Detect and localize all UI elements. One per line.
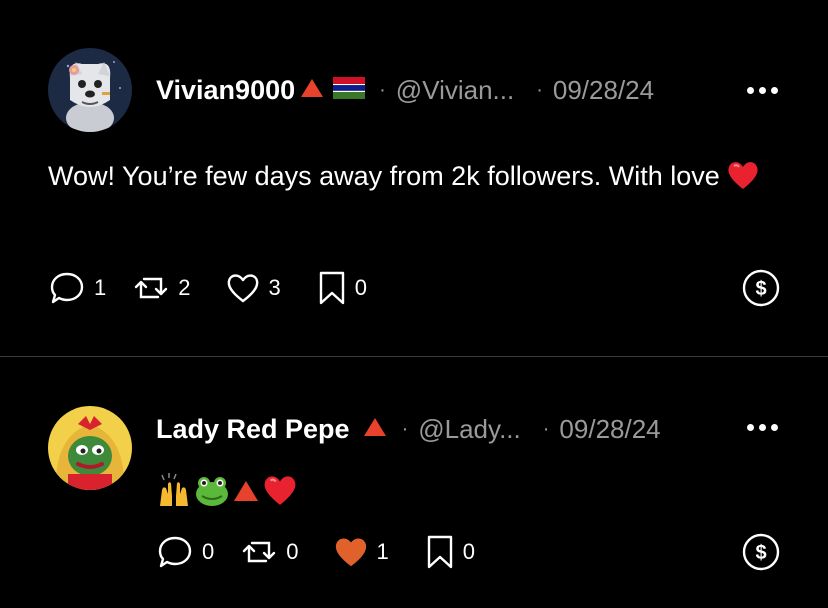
- svg-text:$: $: [755, 542, 766, 564]
- raised-hands-emoji-icon: [160, 473, 188, 506]
- tip-button[interactable]: $: [742, 533, 780, 571]
- repost-icon: [135, 277, 168, 299]
- dollar-circle-icon: $: [742, 269, 780, 307]
- avatar[interactable]: [48, 406, 132, 490]
- post-actions: 0 0 1 0: [156, 532, 511, 572]
- post-header: Lady Red Pepe · @Lady... · 09/28/24: [156, 411, 661, 447]
- red-triangle-badge-icon: [362, 414, 388, 445]
- post-date: 09/28/24: [552, 74, 655, 105]
- reply-icon: [50, 272, 84, 304]
- like-button[interactable]: 3: [225, 271, 281, 305]
- like-count: 1: [376, 539, 389, 564]
- post-text-content: Wow! You’re few days away from 2k follow…: [48, 161, 720, 191]
- bookmark-icon: [319, 271, 344, 305]
- dollar-circle-icon: $: [742, 533, 780, 571]
- repost-count: 2: [178, 275, 191, 300]
- gambia-flag-icon: [333, 75, 366, 106]
- avatar[interactable]: [48, 48, 132, 132]
- tip-button[interactable]: $: [742, 269, 780, 307]
- reply-icon: [158, 536, 192, 568]
- bookmark-button[interactable]: 0: [317, 269, 367, 307]
- heart-icon: [227, 274, 258, 303]
- separator-dot: ·: [536, 78, 543, 101]
- repost-icon: [243, 541, 276, 563]
- post-header: Vivian9000 · @Vivian... · 09/28/24: [156, 72, 654, 108]
- post-divider: [0, 356, 828, 357]
- repost-count: 0: [286, 539, 299, 564]
- reply-button[interactable]: 1: [48, 269, 106, 307]
- reply-count: 0: [202, 539, 215, 564]
- more-options-icon[interactable]: [747, 409, 778, 445]
- post-actions: 1 2 3 0: [48, 268, 403, 308]
- bookmark-button[interactable]: 0: [425, 533, 475, 571]
- red-heart-emoji-icon: [264, 476, 296, 505]
- post-date: 09/28/24: [559, 413, 661, 444]
- bookmark-icon: [427, 535, 452, 569]
- separator-dot: ·: [542, 417, 550, 440]
- bookmark-count: 0: [462, 539, 475, 564]
- red-triangle-badge-icon: [299, 75, 325, 106]
- separator-dot: ·: [379, 78, 386, 101]
- reply-count: 1: [94, 275, 107, 300]
- post-text: Wow! You’re few days away from 2k follow…: [48, 156, 768, 202]
- separator-dot: ·: [401, 417, 409, 440]
- like-count: 3: [268, 275, 281, 300]
- svg-text:$: $: [755, 278, 766, 300]
- reply-button[interactable]: 0: [156, 533, 214, 571]
- like-button[interactable]: 1: [333, 535, 389, 569]
- bookmark-count: 0: [354, 275, 367, 300]
- post-text: [156, 472, 298, 508]
- frog-emoji-icon: [196, 477, 228, 506]
- more-options-icon[interactable]: [747, 72, 778, 108]
- heart-filled-icon: [335, 538, 366, 566]
- red-heart-emoji-icon: [726, 159, 760, 202]
- author-handle[interactable]: @Vivian...: [396, 75, 514, 106]
- author-name[interactable]: Lady Red Pepe: [156, 414, 350, 445]
- red-triangle-emoji-icon: [234, 481, 258, 501]
- author-handle[interactable]: @Lady...: [418, 414, 521, 445]
- repost-button[interactable]: 2: [132, 269, 191, 307]
- repost-button[interactable]: 0: [240, 533, 299, 571]
- author-name[interactable]: Vivian9000: [156, 75, 295, 106]
